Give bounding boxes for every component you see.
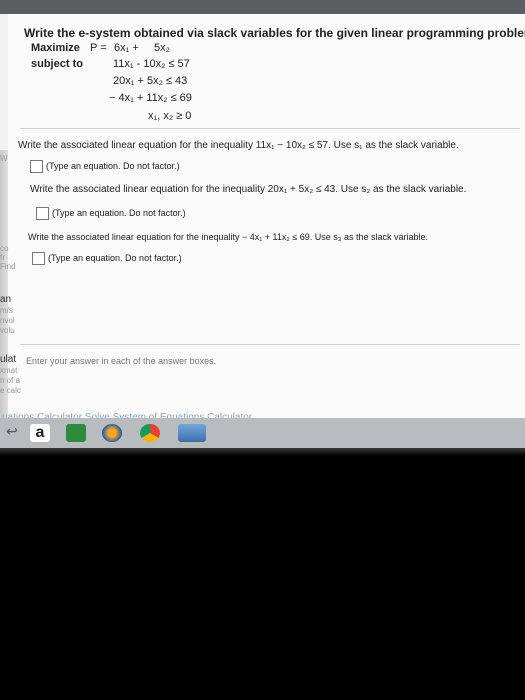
part3-answer-box[interactable]	[32, 252, 45, 265]
problem-panel: Write the e-system obtained via slack va…	[8, 14, 525, 432]
background-fragment: xmat	[0, 366, 18, 375]
part2-prompt: Write the associated linear equation for…	[30, 184, 467, 195]
background-fragment: W	[0, 154, 8, 163]
store-icon[interactable]	[66, 424, 86, 442]
background-fragment: an	[0, 294, 12, 305]
background-fragment: m/s	[0, 306, 13, 315]
constraint-1: 11x₁ - 10x₂ ≤ 57	[113, 58, 190, 70]
background-fragment: ulat	[0, 354, 17, 365]
subject-to-label: subject to	[31, 58, 83, 70]
divider	[20, 344, 520, 345]
constraint-2: 20x₁ + 5x₂ ≤ 43	[113, 75, 188, 87]
constraint-3: − 4x₁ + 11x₂ ≤ 69	[109, 92, 192, 104]
question-title: Write the e-system obtained via slack va…	[24, 26, 525, 40]
screen-bezel-shadow	[0, 448, 525, 456]
part2-answer-box[interactable]	[36, 207, 49, 220]
background-fragment: nvol	[0, 316, 15, 325]
background-fragment: e calc	[0, 386, 21, 395]
laptop-screen: Write the e-system obtained via slack va…	[0, 0, 525, 448]
part1-prompt: Write the associated linear equation for…	[18, 140, 459, 151]
background-fragment: n of a	[0, 376, 21, 385]
chrome-icon[interactable]	[140, 424, 160, 442]
screen-top-bar	[0, 0, 525, 14]
objective-term-2: 5x₂	[154, 42, 170, 54]
background-fragment: Find	[0, 262, 16, 271]
divider	[20, 128, 520, 129]
background-fragment: fr	[0, 253, 5, 262]
objective-prefix: P =	[90, 42, 107, 54]
firefox-icon[interactable]	[102, 424, 122, 442]
part2-hint: (Type an equation. Do not factor.)	[52, 208, 186, 218]
maximize-label: Maximize	[31, 42, 80, 54]
part1-answer-box[interactable]	[30, 160, 43, 173]
objective-term-1: 6x₁ +	[114, 42, 139, 54]
nonnegativity-constraint: x₁, x₂ ≥ 0	[148, 110, 192, 122]
amazon-icon[interactable]: a	[30, 424, 50, 442]
taskbar: ↩ a	[0, 418, 525, 448]
part1-hint: (Type an equation. Do not factor.)	[46, 161, 180, 171]
background-fragment: co	[0, 244, 9, 253]
back-arrow-icon[interactable]: ↩	[6, 423, 26, 441]
background-fragment: volu	[0, 326, 15, 335]
window-thumbnail-icon[interactable]	[178, 424, 206, 442]
part3-hint: (Type an equation. Do not factor.)	[48, 253, 182, 263]
instruction-text: Enter your answer in each of the answer …	[26, 356, 217, 366]
part3-prompt: Write the associated linear equation for…	[28, 232, 429, 242]
